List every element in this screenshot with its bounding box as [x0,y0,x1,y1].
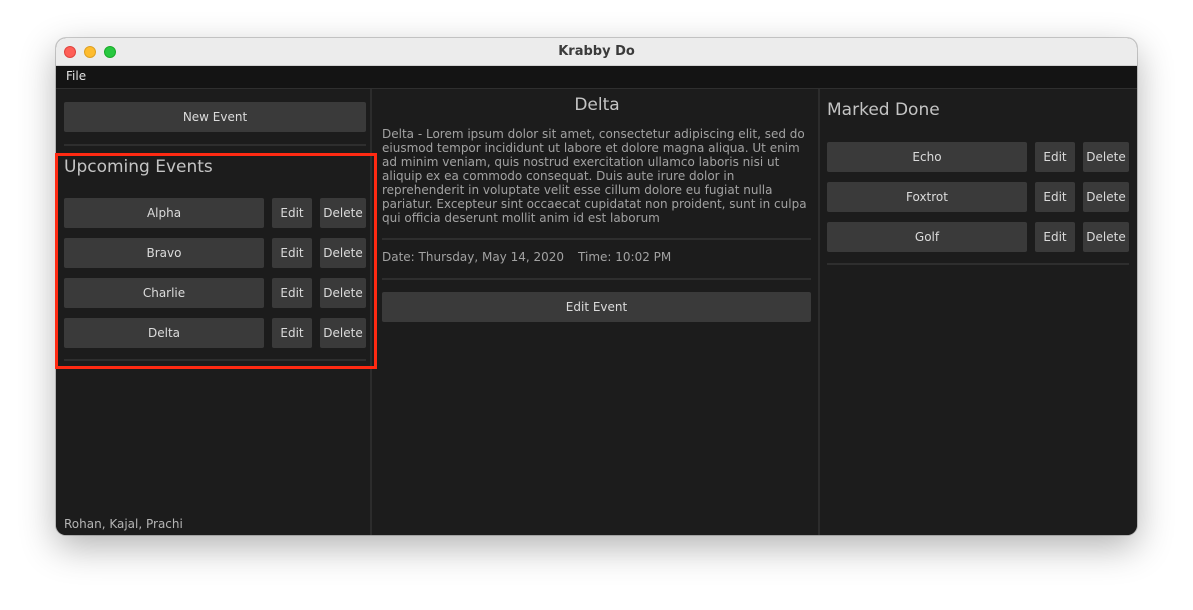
list-item: Golf Edit Delete [822,222,1137,252]
menu-file[interactable]: File [66,69,86,83]
event-golf-button[interactable]: Golf [827,222,1027,252]
delete-button[interactable]: Delete [320,198,366,228]
event-delta-button[interactable]: Delta [64,318,264,348]
upcoming-panel: New Event Upcoming Events Alpha Edit Del… [56,89,372,535]
edit-event-button[interactable]: Edit Event [382,292,811,322]
event-date: Date: Thursday, May 14, 2020 [382,250,565,264]
edit-button[interactable]: Edit [1035,142,1075,172]
app-window: Krabby Do File New Event Upcoming Events… [56,38,1137,535]
window-title: Krabby Do [558,44,635,59]
divider [64,359,366,361]
credits-text: Rohan, Kajal, Prachi [64,517,183,531]
event-alpha-button[interactable]: Alpha [64,198,264,228]
event-time: Time: 10:02 PM [578,250,672,264]
list-item: Foxtrot Edit Delete [822,182,1137,212]
edit-button[interactable]: Edit [1035,222,1075,252]
event-description: Delta - Lorem ipsum dolor sit amet, cons… [382,127,807,225]
list-item: Bravo Edit Delete [56,238,370,268]
event-title: Delta [574,95,620,115]
delete-button[interactable]: Delete [320,318,366,348]
delete-button[interactable]: Delete [1083,222,1129,252]
event-bravo-button[interactable]: Bravo [64,238,264,268]
list-item: Alpha Edit Delete [56,198,370,228]
list-item: Charlie Edit Delete [56,278,370,308]
event-foxtrot-button[interactable]: Foxtrot [827,182,1027,212]
edit-button[interactable]: Edit [272,198,312,228]
divider [64,144,366,146]
delete-button[interactable]: Delete [1083,182,1129,212]
divider [382,238,811,240]
delete-button[interactable]: Delete [320,238,366,268]
detail-panel: Delta Delta - Lorem ipsum dolor sit amet… [374,89,820,535]
event-echo-button[interactable]: Echo [827,142,1027,172]
list-item: Echo Edit Delete [822,142,1137,172]
upcoming-events-heading: Upcoming Events [64,157,213,177]
title-bar: Krabby Do [56,38,1137,66]
divider [827,263,1129,265]
event-charlie-button[interactable]: Charlie [64,278,264,308]
delete-button[interactable]: Delete [320,278,366,308]
list-item: Delta Edit Delete [56,318,370,348]
delete-button[interactable]: Delete [1083,142,1129,172]
edit-button[interactable]: Edit [1035,182,1075,212]
marked-done-heading: Marked Done [827,100,940,120]
event-datetime: Date: Thursday, May 14, 2020 Time: 10:02 … [382,250,671,264]
edit-button[interactable]: Edit [272,238,312,268]
edit-button[interactable]: Edit [272,318,312,348]
divider [382,278,811,280]
edit-button[interactable]: Edit [272,278,312,308]
done-panel: Marked Done Echo Edit Delete Foxtrot Edi… [822,89,1137,535]
menu-bar: File [56,66,1137,89]
new-event-button[interactable]: New Event [64,102,366,132]
